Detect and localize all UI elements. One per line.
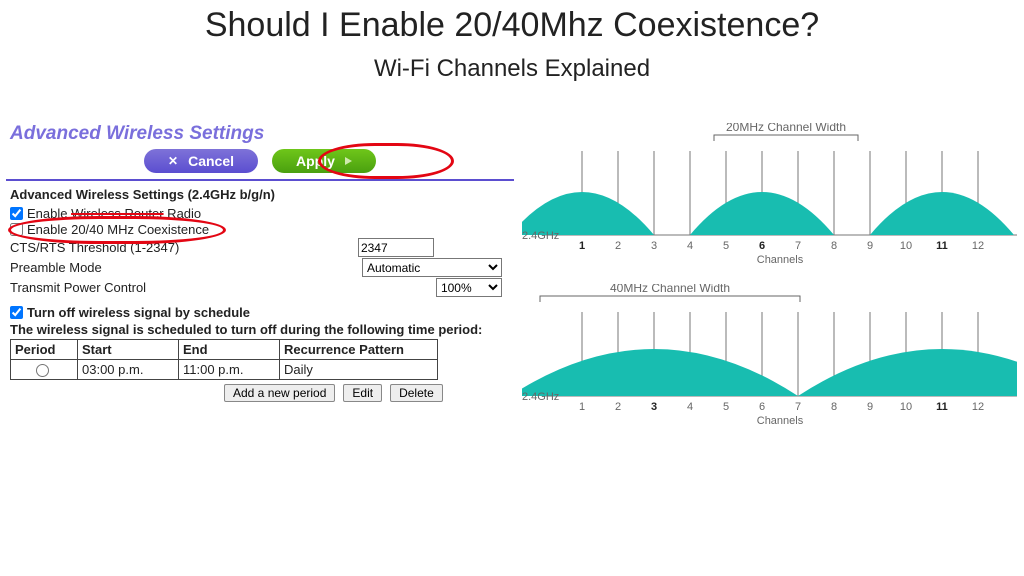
cts-row: CTS/RTS Threshold (1-2347) [10, 238, 514, 257]
chart-20mhz: 20MHz Channel Width 2.4GHz 1234567891011… [522, 123, 1018, 268]
cancel-button[interactable]: ✕ Cancel [144, 149, 258, 173]
diagram-panel: 20MHz Channel Width 2.4GHz 1234567891011… [514, 123, 1018, 445]
enable-radio-row: Enable Wireless Router Radio [10, 206, 514, 221]
preamble-label: Preamble Mode [10, 260, 102, 275]
play-icon [345, 157, 352, 165]
settings-panel: Advanced Wireless Settings ✕ Cancel Appl… [6, 123, 514, 445]
table-header-row: Period Start End Recurrence Pattern [11, 340, 438, 360]
svg-text:4: 4 [687, 240, 693, 252]
svg-text:3: 3 [651, 240, 657, 252]
axis-left-20: 2.4GHz [522, 230, 559, 242]
schedule-note: The wireless signal is scheduled to turn… [10, 322, 514, 337]
svg-text:3: 3 [651, 401, 657, 413]
cancel-label: Cancel [188, 153, 234, 169]
enable-radio-checkbox[interactable] [10, 207, 23, 220]
section-title: Advanced Wireless Settings (2.4GHz b/g/n… [10, 187, 514, 202]
schedule-table: Period Start End Recurrence Pattern 03:0… [10, 339, 438, 380]
apply-label: Apply [296, 153, 335, 169]
x-label-40: Channels [757, 415, 804, 427]
cts-input[interactable] [358, 238, 434, 257]
page-title: Should I Enable 20/40Mhz Coexistence? [0, 6, 1024, 45]
svg-text:7: 7 [795, 240, 801, 252]
svg-text:2: 2 [615, 240, 621, 252]
page-subtitle: Wi-Fi Channels Explained [0, 55, 1024, 83]
cts-label: CTS/RTS Threshold (1-2347) [10, 240, 179, 255]
button-row: ✕ Cancel Apply [6, 147, 514, 179]
apply-button[interactable]: Apply [272, 149, 376, 173]
axis-left-40: 2.4GHz [522, 391, 559, 403]
enable-radio-label: Enable Wireless Router Radio [27, 206, 201, 221]
panel-heading: Advanced Wireless Settings [10, 123, 514, 145]
chart-title-20: 20MHz Channel Width [726, 123, 846, 134]
svg-text:8: 8 [831, 401, 837, 413]
svg-text:9: 9 [867, 401, 873, 413]
x-label-20: Channels [757, 254, 804, 266]
sched-toggle-row: Turn off wireless signal by schedule [10, 305, 514, 320]
add-period-button[interactable]: Add a new period [224, 384, 335, 402]
svg-text:10: 10 [900, 240, 912, 252]
schedule-label: Turn off wireless signal by schedule [27, 305, 250, 320]
svg-text:10: 10 [900, 401, 912, 413]
svg-text:11: 11 [936, 401, 948, 413]
svg-text:6: 6 [759, 240, 765, 252]
svg-text:8: 8 [831, 240, 837, 252]
schedule-buttons: Add a new period Edit Delete [224, 384, 514, 402]
svg-text:11: 11 [936, 240, 948, 252]
svg-text:7: 7 [795, 401, 801, 413]
cell-start: 03:00 p.m. [78, 360, 179, 380]
svg-text:12: 12 [972, 401, 984, 413]
tpc-row: Transmit Power Control 100% [10, 278, 514, 297]
svg-text:1: 1 [579, 240, 585, 252]
svg-text:4: 4 [687, 401, 693, 413]
svg-text:5: 5 [723, 401, 729, 413]
svg-text:1: 1 [579, 401, 585, 413]
svg-text:9: 9 [867, 240, 873, 252]
preamble-select[interactable]: Automatic [362, 258, 502, 277]
th-start: Start [78, 340, 179, 360]
enable-coex-label: Enable 20/40 MHz Coexistence [27, 222, 209, 237]
divider [6, 179, 514, 181]
th-period: Period [11, 340, 78, 360]
close-icon: ✕ [168, 154, 178, 168]
edit-button[interactable]: Edit [343, 384, 382, 402]
th-recur: Recurrence Pattern [280, 340, 438, 360]
chart-svg-40: 40MHz Channel Width 2.4GHz 1234567891011… [522, 284, 1017, 429]
th-end: End [179, 340, 280, 360]
enable-coex-checkbox[interactable] [10, 223, 23, 236]
cell-end: 11:00 p.m. [179, 360, 280, 380]
chart-title-40: 40MHz Channel Width [610, 284, 730, 295]
struck-text: Wireless Router [71, 206, 163, 221]
delete-button[interactable]: Delete [390, 384, 443, 402]
chart-svg-20: 20MHz Channel Width 2.4GHz 1234567891011… [522, 123, 1017, 268]
svg-text:12: 12 [972, 240, 984, 252]
enable-coex-row: Enable 20/40 MHz Coexistence [10, 222, 514, 237]
cell-recur: Daily [280, 360, 438, 380]
tpc-label: Transmit Power Control [10, 280, 146, 295]
tpc-select[interactable]: 100% [436, 278, 502, 297]
svg-text:2: 2 [615, 401, 621, 413]
period-radio[interactable] [36, 364, 49, 377]
schedule-checkbox[interactable] [10, 306, 23, 319]
preamble-row: Preamble Mode Automatic [10, 258, 514, 277]
table-row: 03:00 p.m. 11:00 p.m. Daily [11, 360, 438, 380]
svg-text:5: 5 [723, 240, 729, 252]
chart-40mhz: 40MHz Channel Width 2.4GHz 1234567891011… [522, 284, 1018, 429]
svg-text:6: 6 [759, 401, 765, 413]
